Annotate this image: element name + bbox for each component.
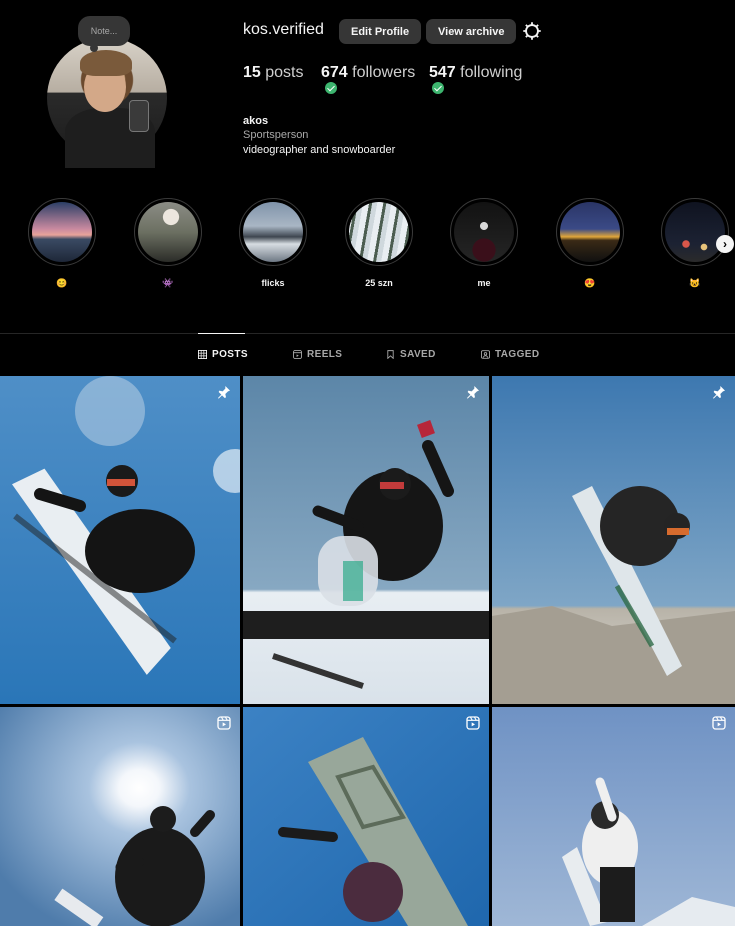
posts-stat: 15 posts [243,64,304,82]
tab-saved-label: SAVED [400,349,436,360]
mountains-icon [243,202,303,262]
post-image [0,707,240,926]
post-tile[interactable] [0,707,240,926]
highlight-label: 😍 [584,278,596,288]
pin-icon [218,386,230,399]
posts-count: 15 [243,64,261,81]
tab-tagged-label: TAGGED [495,349,540,360]
post-tile[interactable] [0,376,240,704]
reel-icon [712,716,726,730]
edit-profile-button[interactable]: Edit Profile [339,19,422,44]
profile-username: kos.verified [243,21,324,38]
view-archive-button[interactable]: View archive [426,19,517,44]
post-tile[interactable] [243,707,489,926]
tag-icon [481,350,490,359]
post-image [492,707,735,926]
highlight-label: 😺 [689,278,701,288]
post-image [243,707,489,926]
note-text: Note... [90,26,118,36]
highlight-label: flicks [261,278,285,288]
followers-count: 674 [321,64,348,81]
tab-saved[interactable]: SAVED [386,349,436,360]
reels-icon [293,350,302,359]
grid-icon [198,350,207,359]
sunset-lake-icon [32,202,92,262]
camera-crew-icon [138,202,198,262]
following-label: following [460,64,523,81]
highlight-item[interactable]: me [450,198,518,290]
followers-label: followers [352,64,416,81]
following-verified-check-icon [432,82,444,94]
lit-house-icon [560,202,620,262]
active-tab-indicator [198,333,245,334]
highlight-label: 😊 [56,278,68,288]
reel-icon [217,716,231,730]
tabs-divider [0,333,735,334]
snowy-trees-icon [349,202,409,262]
highlight-item[interactable]: flicks [239,198,307,290]
reel-icon [466,716,480,730]
following-count: 547 [429,64,456,81]
tab-reels[interactable]: REELS [293,349,342,360]
note-bubble[interactable]: Note... [78,16,130,52]
post-tile[interactable] [492,707,735,926]
posts-label: posts [265,64,304,81]
bio-text: videographer and snowboarder [243,144,396,156]
bio-category: Sportsperson [243,129,309,141]
tab-reels-label: REELS [307,349,343,360]
highlight-item[interactable]: 25 szn [345,198,413,290]
pin-icon [467,386,479,399]
highlight-item[interactable]: 👾 [134,198,202,290]
followers-verified-check-icon [325,82,337,94]
profile-avatar[interactable] [47,38,167,168]
tab-tagged[interactable]: TAGGED [481,349,539,360]
tab-posts[interactable]: POSTS [198,349,248,360]
pin-icon [713,386,725,399]
following-stat[interactable]: 547 following [429,64,522,82]
highlights-next-chevron-right-icon[interactable]: › [716,235,734,253]
bookmark-icon [387,350,394,359]
post-tile[interactable] [492,376,735,704]
post-image [492,376,735,704]
bio-name: akos [243,115,269,127]
post-image [0,376,240,704]
night-figure-icon [454,202,514,262]
settings-gear-icon[interactable] [521,20,543,42]
avatar-image [47,38,167,168]
highlight-item[interactable]: 😍 [556,198,624,290]
post-tile[interactable] [243,376,489,704]
night-city-icon [665,202,725,262]
highlight-label: me [477,278,491,288]
highlight-label: 👾 [162,278,174,288]
followers-stat[interactable]: 674 followers [321,64,415,82]
tab-posts-label: POSTS [212,349,248,360]
highlight-label: 25 szn [365,278,393,288]
post-image [243,376,489,704]
highlight-item[interactable]: 😊 [28,198,96,290]
